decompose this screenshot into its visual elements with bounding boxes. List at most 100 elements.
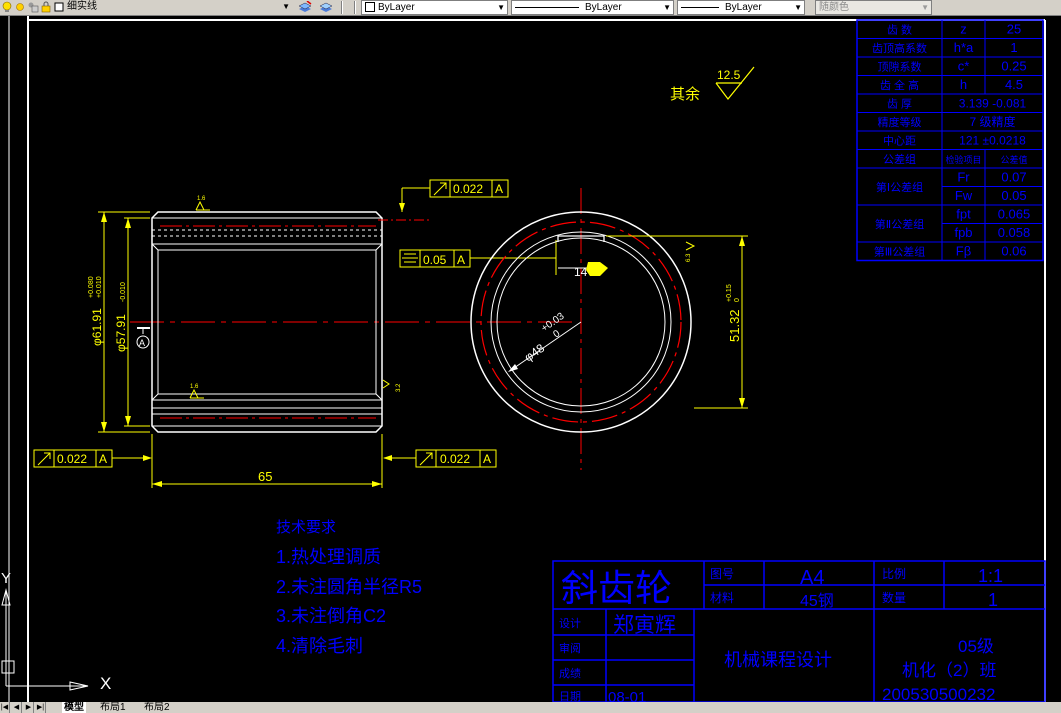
date-value: 08-01 xyxy=(608,689,646,702)
param-cell: 0.05 xyxy=(1001,188,1026,203)
material-value: 45钢 xyxy=(800,592,834,610)
drawing-no-label: 图号 xyxy=(710,567,734,581)
length-dim-text: 65 xyxy=(258,469,272,484)
fcf-runout-left-datum: A xyxy=(99,452,107,466)
first-tab-icon[interactable]: |◀ xyxy=(0,702,10,713)
param-cell: 7 级精度 xyxy=(969,114,1015,129)
drawing-canvas[interactable]: Y X 齿 数 z 25 齿顶高系数 h*a 1 顶隙系数 c* 0.25 齿 全 高 h 4.5 齿 … xyxy=(0,16,1061,702)
param-label: 齿 厚 xyxy=(887,98,912,111)
designer-label: 设计 xyxy=(559,617,581,630)
param-label: 第Ⅱ公差组 xyxy=(875,217,924,231)
date-label: 日期 xyxy=(559,690,581,702)
linetype-sample xyxy=(515,6,579,8)
param-cell: fpt xyxy=(956,207,971,222)
keyway-width-text: 14 xyxy=(574,265,588,279)
linetype-dropdown[interactable]: ByLayer ▼ xyxy=(511,0,674,15)
param-cell: 121 ±0.0218 xyxy=(959,134,1026,148)
fcf-runout-right-datum: A xyxy=(483,452,491,466)
tab-model[interactable]: 模型 xyxy=(62,702,86,713)
make-layer-current-icon[interactable] xyxy=(297,1,313,13)
param-cell: 0.058 xyxy=(998,225,1031,240)
part-name: 斜齿轮 xyxy=(561,568,672,609)
linetype-value: ByLayer xyxy=(585,2,622,13)
review-label: 审阅 xyxy=(559,641,581,655)
layer-dropdown[interactable]: 细实线 ▼ xyxy=(64,0,292,15)
chevron-down-icon: ▼ xyxy=(663,3,671,12)
ucs-x-label: X xyxy=(100,674,111,693)
layer-on-icon[interactable] xyxy=(1,1,13,13)
grade-value: 05级 xyxy=(958,637,994,656)
roughness-rest-value: 12.5 xyxy=(717,68,741,82)
tab-layout2[interactable]: 布局2 xyxy=(142,702,172,713)
quantity-label: 数量 xyxy=(882,590,906,605)
class-value: 机化（2）班 xyxy=(902,661,996,680)
param-label: 精度等级 xyxy=(878,115,922,129)
material-label: 材料 xyxy=(710,591,734,605)
last-tab-icon[interactable]: ▶| xyxy=(36,702,46,713)
param-label: 顶隙系数 xyxy=(878,60,922,74)
quantity-value: 1 xyxy=(988,590,998,610)
tab-layout1[interactable]: 布局1 xyxy=(98,702,128,713)
param-cell: 0.07 xyxy=(1001,170,1026,185)
fcf-runout-top-datum: A xyxy=(495,182,503,196)
param-label: 中心距 xyxy=(883,135,916,148)
color-swatch xyxy=(365,2,375,13)
drawing-no-value: A4 xyxy=(800,567,824,589)
fcf-runout-top-value: 0.022 xyxy=(453,182,483,196)
tech-req-item-4: 4.清除毛刺 xyxy=(276,636,363,656)
lineweight-value: ByLayer xyxy=(725,2,762,13)
param-cell: Fr xyxy=(957,170,970,185)
roughness-rest-label: 其余 xyxy=(670,85,700,103)
color-dropdown[interactable]: ByLayer ▼ xyxy=(361,0,508,15)
datum-a-letter: A xyxy=(139,338,145,348)
designer-value: 郑寅辉 xyxy=(613,614,676,637)
tech-req-item-2: 2.未注圆角半径R5 xyxy=(276,577,422,597)
lineweight-sample xyxy=(681,6,719,8)
roughness-top-value: 1.6 xyxy=(197,196,206,202)
param-cell: 0.25 xyxy=(1001,59,1026,74)
lock-icon[interactable] xyxy=(40,1,52,13)
layout-tab-bar: |◀ ◀ ▶ ▶| 模型 布局1 布局2 xyxy=(0,702,1061,713)
param-cell: Fβ xyxy=(956,244,971,259)
freeze-sun-icon[interactable] xyxy=(14,1,26,13)
od-tol-upper: +0.080 xyxy=(88,276,95,298)
lineweight-dropdown[interactable]: ByLayer ▼ xyxy=(677,0,805,15)
roughness-bottom-value: 1.6 xyxy=(190,384,199,390)
student-id: 200530500232 xyxy=(882,685,995,702)
prev-tab-icon[interactable]: ◀ xyxy=(12,702,22,713)
key-depth-tol-upper: +0.15 xyxy=(726,284,733,302)
course-name: 机械课程设计 xyxy=(724,650,832,670)
plotstyle-dropdown[interactable]: 随颜色 ▼ xyxy=(815,0,932,15)
score-label: 成绩 xyxy=(559,667,581,680)
fcf-runout-right-value: 0.022 xyxy=(440,452,470,466)
od-tol-lower: +0.010 xyxy=(96,276,103,298)
next-tab-icon[interactable]: ▶ xyxy=(24,702,34,713)
chevron-down-icon: ▼ xyxy=(497,3,505,12)
param-cell: 0.06 xyxy=(1001,244,1026,259)
param-cell: 公差值 xyxy=(1000,154,1027,165)
param-cell: h*a xyxy=(954,40,974,55)
key-depth-text: 51.32 xyxy=(727,309,742,342)
fcf-runout-left-value: 0.022 xyxy=(57,452,87,466)
viewport-freeze-icon[interactable] xyxy=(27,1,39,13)
toolbar-separator xyxy=(354,1,356,14)
param-cell: fpb xyxy=(954,225,972,240)
param-cell: 4.5 xyxy=(1005,77,1023,92)
fcf-symmetry-value: 0.05 xyxy=(423,253,447,267)
param-cell: 3.139 -0.081 xyxy=(959,97,1027,111)
od-dim-text: φ61.91 xyxy=(90,308,104,346)
id-tol-lower: -0.010 xyxy=(120,282,127,302)
fcf-symmetry-datum: A xyxy=(457,253,465,267)
layer-name: 细实线 xyxy=(67,1,97,12)
param-label: 齿 数 xyxy=(887,24,912,37)
param-label: 公差组 xyxy=(883,152,916,166)
param-label: 齿 全 高 xyxy=(880,78,919,92)
plotstyle-value: 随颜色 xyxy=(819,2,849,13)
id-dim-text: φ57.91 xyxy=(114,314,128,352)
param-label: 齿顶高系数 xyxy=(872,41,927,55)
tech-req-item-1: 1.热处理调质 xyxy=(276,547,381,567)
param-cell: 1 xyxy=(1010,40,1017,55)
tech-req-title: 技术要求 xyxy=(276,519,336,536)
tech-req-item-3: 3.未注倒角C2 xyxy=(276,606,386,626)
layer-previous-icon[interactable] xyxy=(318,1,334,13)
